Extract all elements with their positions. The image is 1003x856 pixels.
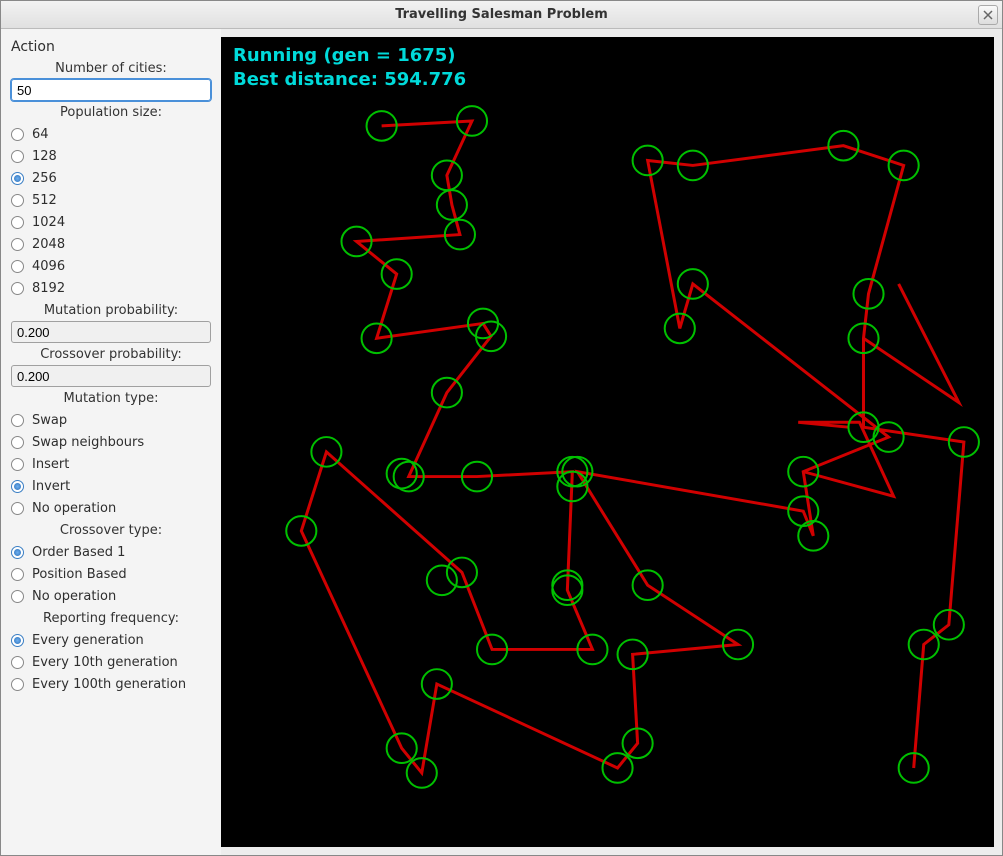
radio-icon [11, 590, 24, 603]
mut-type-label: Mutation type: [11, 388, 211, 408]
radio-icon [11, 502, 24, 515]
pop-size-label: 128 [32, 149, 57, 164]
app-window: Travelling Salesman Problem Action Numbe… [0, 0, 1003, 856]
mut-type-option[interactable]: Insert [11, 453, 211, 475]
pop-size-label: 512 [32, 193, 57, 208]
report-freq-option[interactable]: Every 10th generation [11, 651, 211, 673]
radio-icon [11, 568, 24, 581]
cross-type-label: Crossover type: [11, 520, 211, 540]
mut-type-label: Invert [32, 479, 70, 494]
report-freq-label: Every generation [32, 633, 144, 648]
window-title: Travelling Salesman Problem [1, 7, 1002, 22]
report-freq-label: Reporting frequency: [11, 608, 211, 628]
radio-icon [11, 128, 24, 141]
pop-size-option[interactable]: 8192 [11, 277, 211, 299]
radio-icon [11, 678, 24, 691]
cross-type-option[interactable]: Position Based [11, 563, 211, 585]
radio-icon [11, 172, 24, 185]
radio-icon [11, 480, 24, 493]
titlebar: Travelling Salesman Problem [1, 1, 1002, 29]
pop-size-label: 64 [32, 127, 49, 142]
radio-icon [11, 546, 24, 559]
pop-size-label: 1024 [32, 215, 65, 230]
pop-size-option[interactable]: 256 [11, 167, 211, 189]
pop-size-option[interactable]: 2048 [11, 233, 211, 255]
radio-icon [11, 634, 24, 647]
radio-icon [11, 260, 24, 273]
mut-type-label: Swap [32, 413, 67, 428]
radio-icon [11, 458, 24, 471]
mut-type-label: Insert [32, 457, 69, 472]
cross-type-label: Order Based 1 [32, 545, 125, 560]
report-freq-option[interactable]: Every 100th generation [11, 673, 211, 695]
report-freq-label: Every 10th generation [32, 655, 178, 670]
radio-icon [11, 414, 24, 427]
close-icon [983, 10, 993, 20]
radio-icon [11, 150, 24, 163]
pop-size-label: 8192 [32, 281, 65, 296]
mut-type-option[interactable]: Swap neighbours [11, 431, 211, 453]
num-cities-label: Number of cities: [11, 58, 211, 78]
num-cities-input[interactable] [11, 79, 211, 101]
window-body: Action Number of cities: Population size… [1, 29, 1002, 855]
mut-type-option[interactable]: Invert [11, 475, 211, 497]
mut-prob-input[interactable] [11, 321, 211, 343]
pop-size-label: 4096 [32, 259, 65, 274]
report-freq-option[interactable]: Every generation [11, 629, 211, 651]
radio-icon [11, 194, 24, 207]
cross-type-label: Position Based [32, 567, 127, 582]
mut-type-label: No operation [32, 501, 116, 516]
radio-icon [11, 238, 24, 251]
pop-size-option[interactable]: 1024 [11, 211, 211, 233]
cross-prob-label: Crossover probability: [11, 344, 211, 364]
pop-size-label: 2048 [32, 237, 65, 252]
cross-type-option[interactable]: Order Based 1 [11, 541, 211, 563]
radio-icon [11, 282, 24, 295]
mut-type-label: Swap neighbours [32, 435, 144, 450]
radio-icon [11, 656, 24, 669]
pop-size-option[interactable]: 512 [11, 189, 211, 211]
cross-type-label: No operation [32, 589, 116, 604]
menu-action[interactable]: Action [11, 35, 211, 57]
mut-prob-label: Mutation probability: [11, 300, 211, 320]
pop-size-label: 256 [32, 171, 57, 186]
sidebar: Action Number of cities: Population size… [1, 29, 221, 855]
mut-type-option[interactable]: No operation [11, 497, 211, 519]
pop-size-option[interactable]: 64 [11, 123, 211, 145]
radio-icon [11, 216, 24, 229]
report-freq-label: Every 100th generation [32, 677, 186, 692]
visualization-canvas: Running (gen = 1675) Best distance: 594.… [221, 37, 994, 847]
mut-type-option[interactable]: Swap [11, 409, 211, 431]
close-button[interactable] [978, 5, 998, 25]
cross-prob-input[interactable] [11, 365, 211, 387]
cross-type-option[interactable]: No operation [11, 585, 211, 607]
tsp-svg [221, 37, 994, 847]
pop-size-label: Population size: [11, 102, 211, 122]
radio-icon [11, 436, 24, 449]
pop-size-option[interactable]: 4096 [11, 255, 211, 277]
pop-size-option[interactable]: 128 [11, 145, 211, 167]
